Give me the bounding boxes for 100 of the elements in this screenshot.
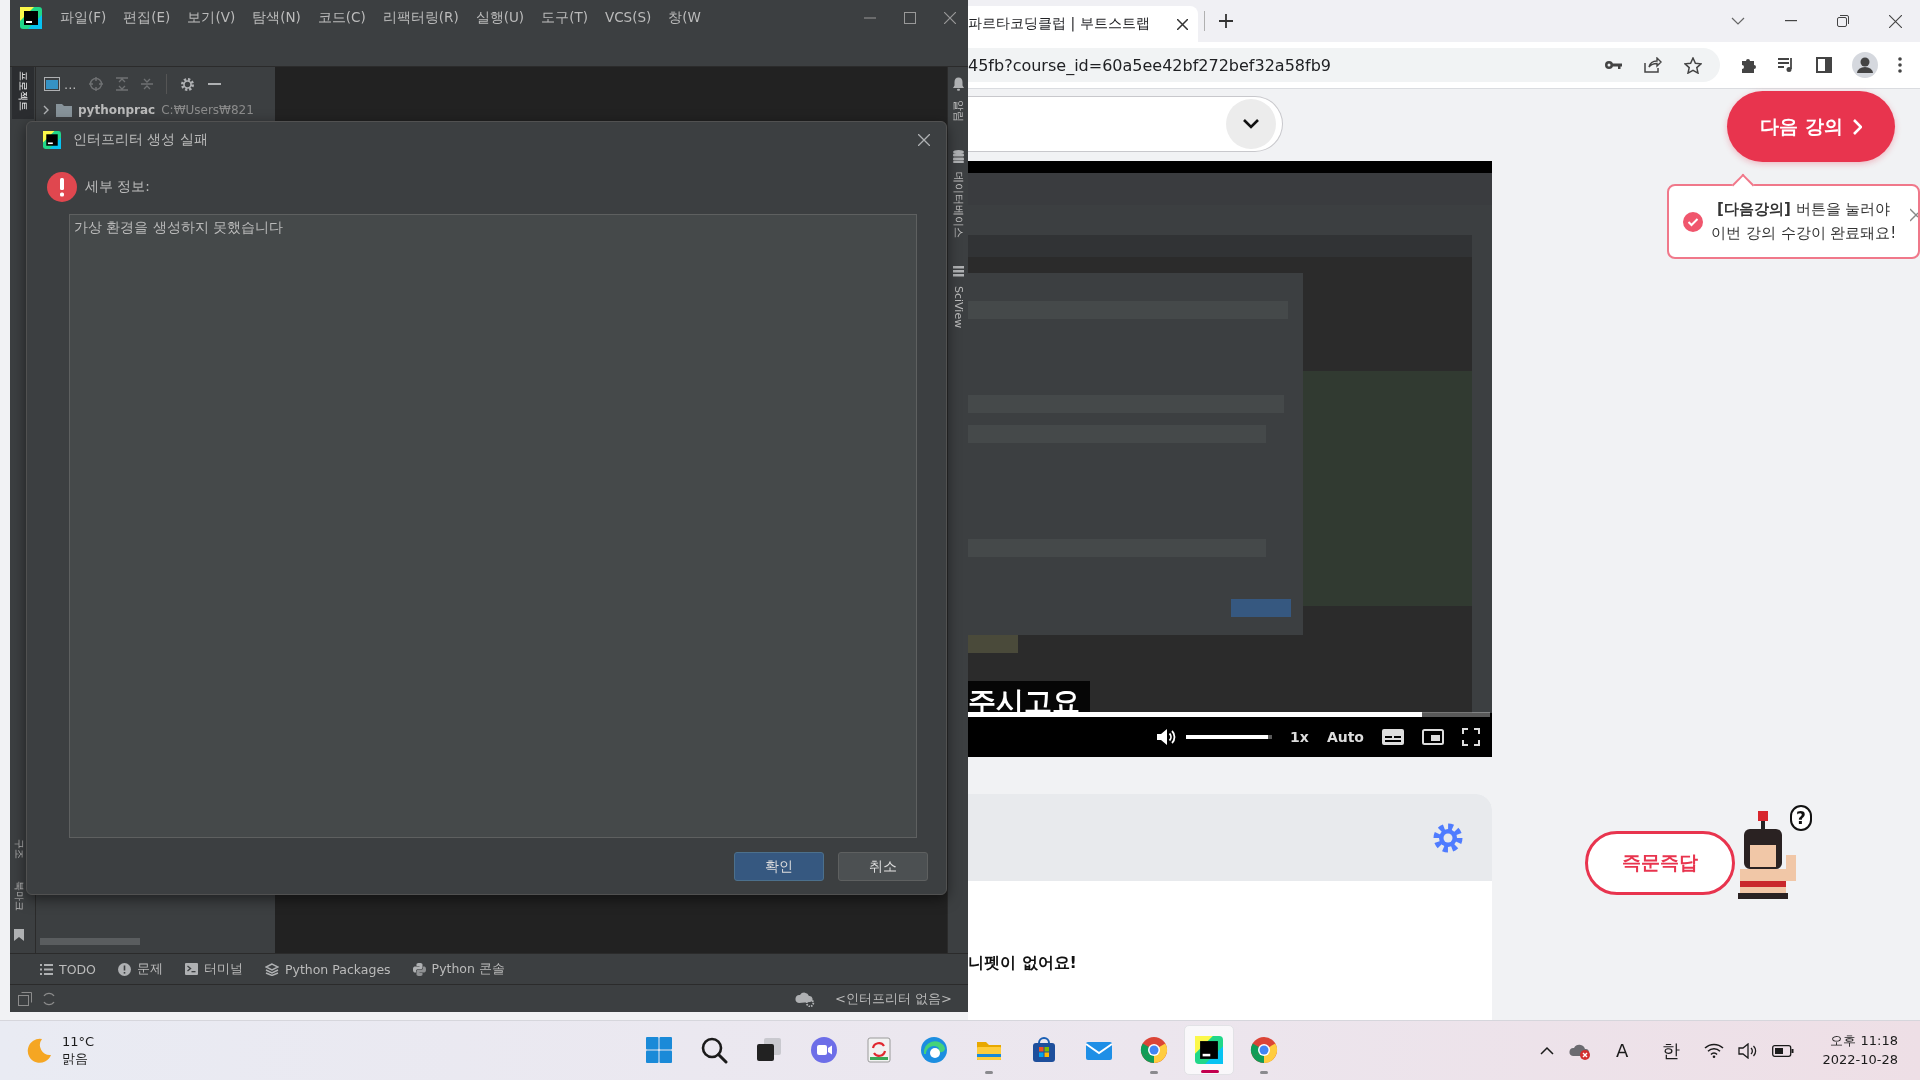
database-icon[interactable] [952, 150, 964, 163]
avatar-icon[interactable] [1852, 52, 1878, 78]
tool-window-tab[interactable]: 프로젝트 [12, 67, 34, 119]
tool-window-tab[interactable]: 알림 [951, 96, 965, 130]
layers-icon [264, 962, 279, 976]
battery-icon[interactable] [1772, 1044, 1795, 1057]
playback-speed[interactable]: 1x [1290, 729, 1309, 745]
list-icon [40, 963, 53, 975]
settings-icon[interactable] [1432, 821, 1464, 854]
dialog-title: 인터프리터 생성 실패 [73, 131, 208, 149]
terminal-icon [184, 963, 198, 975]
scrollbar-thumb[interactable] [40, 938, 140, 945]
puzzle-icon[interactable] [1740, 56, 1758, 74]
input-language[interactable]: 한 [1652, 1038, 1691, 1063]
clock-time[interactable]: 오후 11:18 [1830, 1032, 1898, 1051]
browser-tab[interactable]: 파르타코딩클럽 | 부트스트랩 [968, 6, 1198, 42]
menu-item[interactable]: 코드(C) [317, 9, 366, 27]
menu-item[interactable]: 탐색(N) [252, 9, 301, 27]
menu-item[interactable]: VCS(S) [604, 9, 652, 27]
chat-icon [810, 1036, 838, 1064]
error-icon [47, 172, 77, 202]
chevron-down-icon [1243, 119, 1259, 129]
sync-app-icon [865, 1036, 893, 1064]
interpreter-status[interactable]: <인터프리터 없음> [835, 989, 952, 1008]
star-icon[interactable] [1684, 56, 1702, 74]
view-selector[interactable]: ... [64, 76, 77, 92]
minimize-icon[interactable] [208, 82, 222, 86]
chevron-down-icon[interactable] [1731, 17, 1745, 25]
exclamation-icon [117, 962, 131, 976]
tool-tab[interactable]: Python 콘솔 [412, 960, 505, 978]
project-path: C:₩Users₩821 [161, 103, 254, 117]
temperature: 11°C [62, 1033, 95, 1051]
menu-item[interactable]: 편집(E) [123, 9, 171, 27]
settings-icon[interactable] [180, 76, 196, 92]
pycharm-logo-icon [20, 7, 42, 29]
chevron-up-icon[interactable] [1540, 1046, 1555, 1055]
close-icon[interactable] [1177, 18, 1188, 30]
address-bar[interactable]: 45fb?course_id=60a5ee42bf272bef32a58fb9 [968, 48, 1720, 82]
qa-button[interactable]: 즉문즉답 [1585, 831, 1735, 895]
tool-tab[interactable]: 터미널 [184, 960, 243, 978]
tool-window-tab[interactable]: 데이터베이스 [951, 168, 965, 246]
tooltip-text: 이번 강의 수강이 완료돼요! [1711, 222, 1897, 244]
bookmark-icon[interactable] [14, 929, 24, 941]
menu-item[interactable]: 도구(T) [541, 9, 588, 27]
layout-icon[interactable] [18, 991, 32, 1006]
close-icon[interactable] [1889, 14, 1902, 28]
menu-item[interactable]: 리팩터링(R) [382, 9, 459, 27]
project-name: pythonprac [78, 103, 156, 117]
chevron-right-icon[interactable] [42, 105, 50, 115]
message-text-area[interactable]: 가상 환경을 생성하지 못했습니다 [69, 214, 917, 838]
share-icon[interactable] [1644, 57, 1662, 73]
key-icon[interactable] [1604, 60, 1622, 70]
bell-icon[interactable] [951, 77, 965, 91]
menu-item[interactable]: 창(W [668, 9, 701, 27]
folder-icon [56, 103, 72, 117]
tool-window-tab[interactable]: SciView [951, 282, 965, 337]
tooltip-text: [다음강의] 버튼을 눌러야 [1716, 199, 1892, 221]
volume-icon[interactable] [1738, 1042, 1759, 1059]
menu-icon[interactable] [1898, 57, 1902, 73]
captions-icon[interactable] [1382, 729, 1404, 745]
input-mode[interactable]: A [1606, 1040, 1639, 1061]
tool-tab[interactable]: TODO [40, 961, 96, 977]
empty-message: 니펫이 없어요! [968, 953, 1078, 974]
weather-condition: 맑음 [62, 1050, 89, 1068]
picture-in-picture-icon[interactable] [1422, 729, 1444, 745]
store-icon [1030, 1036, 1058, 1064]
menu-item[interactable]: 실행(U) [475, 9, 525, 27]
dropdown-field[interactable] [968, 96, 1283, 152]
tree-row[interactable]: pythonprac C:₩Users₩821 [36, 101, 275, 119]
tool-window-tab[interactable]: 북마크 [12, 877, 26, 919]
new-tab-icon[interactable] [1219, 14, 1233, 28]
ok-button[interactable]: 확인 [734, 852, 824, 881]
taskbar-app[interactable] [1184, 1025, 1234, 1075]
video-player[interactable]: 주시고요 1x Auto [968, 161, 1492, 757]
chrome-icon [1250, 1036, 1278, 1064]
volume-icon[interactable] [1156, 728, 1177, 746]
loading-icon [42, 991, 56, 1006]
menu-item[interactable]: 보기(V) [187, 9, 236, 27]
tool-tab[interactable]: Python Packages [264, 961, 391, 977]
tool-window-tab[interactable]: 구조 [12, 835, 26, 867]
cloud-settings-icon[interactable] [795, 990, 816, 1007]
edge-icon [920, 1036, 948, 1064]
next-lesson-button[interactable]: 다음 강의 [1727, 91, 1895, 162]
chevron-right-icon [1852, 118, 1862, 135]
wifi-icon[interactable] [1704, 1043, 1725, 1058]
restore-icon[interactable] [1837, 15, 1849, 27]
question-mark: ? [1790, 805, 1812, 831]
quality-setting[interactable]: Auto [1326, 729, 1364, 745]
maximize-icon[interactable] [904, 12, 916, 24]
minimize-icon[interactable] [1785, 20, 1797, 22]
grid-icon[interactable] [952, 266, 964, 277]
side-panel-icon[interactable] [1816, 57, 1832, 73]
window-icon[interactable] [44, 77, 60, 91]
clock-date[interactable]: 2022-10-28 [1822, 1050, 1898, 1069]
search-icon [700, 1036, 728, 1064]
tool-tab[interactable]: 문제 [117, 960, 163, 978]
menu-item[interactable]: 파일(F) [60, 9, 107, 27]
cancel-button[interactable]: 취소 [838, 852, 928, 881]
python-icon [412, 962, 426, 976]
fullscreen-icon[interactable] [1462, 728, 1480, 746]
